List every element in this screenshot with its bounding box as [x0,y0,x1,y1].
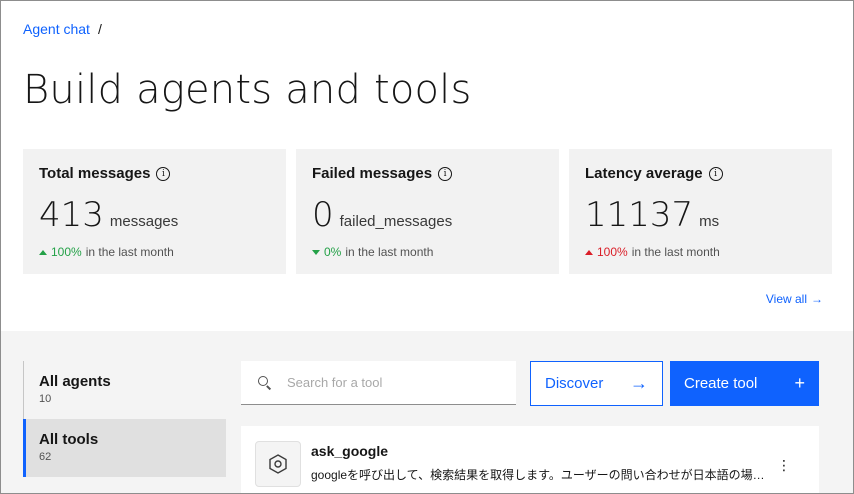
search-bar [241,361,516,405]
tool-name: ask_google [311,443,389,459]
trend-percent: 100% [51,245,82,259]
stat-title-label: Total messages [39,165,151,182]
sidenav-item-count: 10 [39,393,52,405]
stat-number: 0 [312,195,334,235]
stat-trend: 100% in the last month [39,245,174,259]
breadcrumb-agent-chat-link[interactable]: Agent chat [23,21,90,37]
tool-hexagon-icon [255,441,301,487]
header-section: Agent chat / Build agents and tools Tota… [1,1,853,331]
info-icon[interactable]: i [438,166,453,181]
trend-percent: 100% [597,245,628,259]
discover-button[interactable]: Discover → [530,361,663,406]
trend-text: in the last month [85,245,174,259]
stat-value: 413 messages [39,195,178,235]
page-title: Build agents and tools [23,67,472,113]
stats-row: Total messages i 413 messages 100% in th… [23,149,832,274]
view-all-label: View all [765,292,807,306]
trend-percent: 0% [324,245,342,259]
stat-value: 11137 ms [585,195,719,235]
stat-title: Total messages i [39,165,171,182]
info-icon[interactable]: i [708,166,723,181]
app-window: Agent chat / Build agents and tools Tota… [0,0,854,494]
trend-up-icon [39,249,47,255]
sidenav-item-all-agents[interactable]: All agents 10 [23,361,226,419]
plus-icon: + [794,373,805,393]
stat-unit: ms [699,213,720,230]
stat-number: 413 [39,195,104,235]
hexagon-icon-graphic [269,454,287,474]
tool-card[interactable]: ask_google googleを呼び出して、検索結果を取得します。ユーザーの… [241,426,819,493]
sidenav-item-label: All tools [39,431,99,448]
trend-down-icon [312,249,320,255]
search-input[interactable] [285,374,489,391]
info-icon[interactable]: i [156,166,171,181]
stat-card-latency-average: Latency average i 11137 ms 100% in the l… [569,149,832,274]
stat-number: 11137 [585,195,694,235]
create-tool-button-label: Create tool [684,375,758,392]
catalog-section: All agents 10 All tools 62 Discover → Cr… [1,331,853,493]
stat-title-label: Latency average [585,165,703,182]
trend-up-icon [585,249,593,255]
stat-card-total-messages: Total messages i 413 messages 100% in th… [23,149,286,274]
arrow-right-icon: → [630,373,648,393]
stat-title-label: Failed messages [312,165,433,182]
trend-text: in the last month [345,245,434,259]
trend-text: in the last month [631,245,720,259]
view-all-link[interactable]: View all → [766,292,823,306]
breadcrumb-separator: / [97,21,102,37]
sidenav-item-all-tools[interactable]: All tools 62 [23,419,226,477]
search-icon [257,375,273,391]
stat-unit: messages [109,213,179,230]
tool-description: googleを呼び出して、検索結果を取得します。ユーザーの問い合わせが日本語の場… [311,468,765,482]
stat-trend: 100% in the last month [585,245,720,259]
stat-trend: 0% in the last month [312,245,433,259]
create-tool-button[interactable]: Create tool + [670,361,819,406]
stat-value: 0 failed_messages [312,195,452,235]
arrow-right-icon: → [811,292,823,306]
stat-card-failed-messages: Failed messages i 0 failed_messages 0% i… [296,149,559,274]
stat-title: Failed messages i [312,165,453,182]
overflow-menu-icon[interactable]: ⋮ [777,458,791,472]
discover-button-label: Discover [545,375,604,392]
breadcrumb: Agent chat / [23,21,102,37]
sidenav: All agents 10 All tools 62 [23,361,226,477]
stat-unit: failed_messages [339,213,453,230]
stat-title: Latency average i [585,165,723,182]
sidenav-item-label: All agents [39,373,111,390]
sidenav-item-count: 62 [39,451,52,463]
